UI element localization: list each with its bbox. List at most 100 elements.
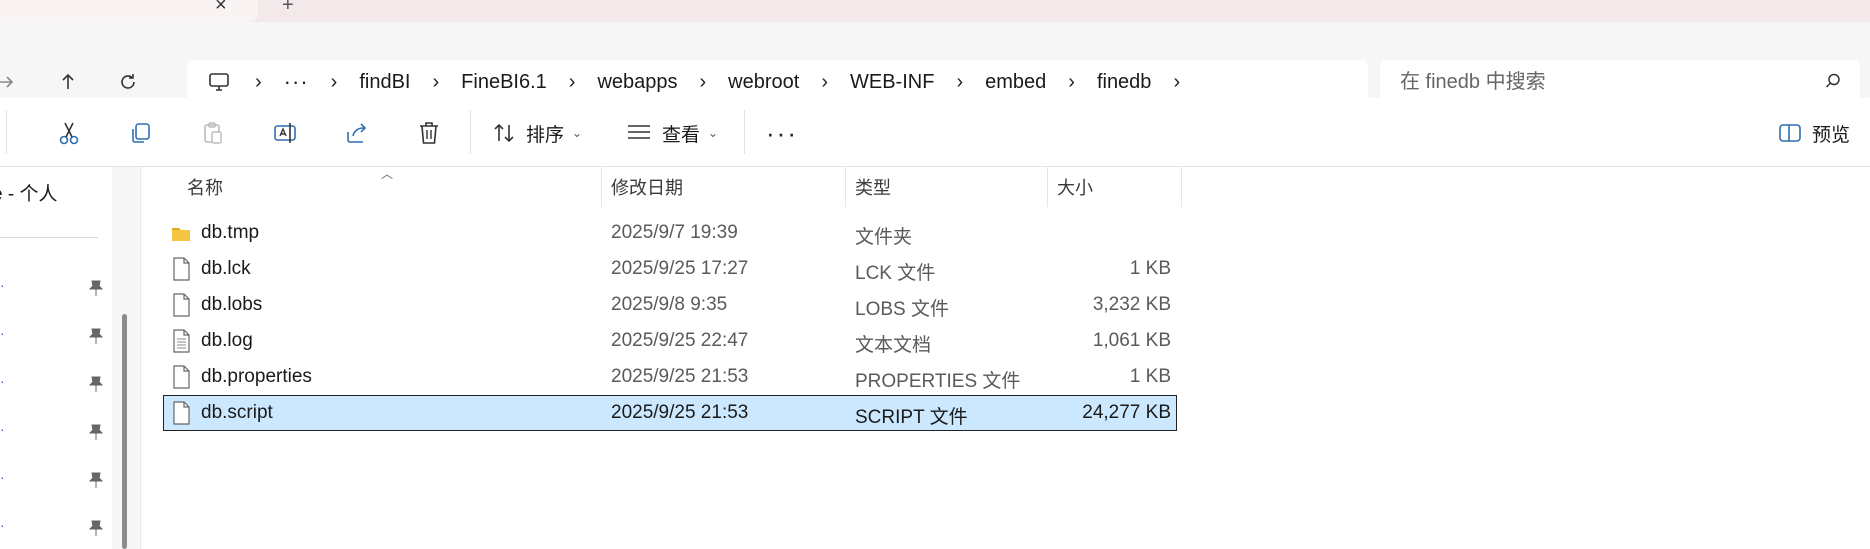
file-icon — [173, 365, 190, 389]
file-name: db.log — [201, 330, 253, 351]
breadcrumb-overflow[interactable]: ··· — [284, 69, 309, 95]
file-name: db.tmp — [201, 222, 260, 243]
file-row-db-tmp[interactable]: db.tmp 2025/9/7 19:39 文件夹 — [163, 215, 1177, 251]
column-header-size[interactable]: 大小 — [1057, 167, 1093, 207]
file-row-db-script[interactable]: db.script 2025/9/25 21:53 SCRIPT 文件 24,2… — [163, 395, 1177, 431]
paste-icon — [196, 116, 230, 150]
file-row-db-log[interactable]: db.log 2025/9/25 22:47 文本文档 1,061 KB — [163, 323, 1177, 359]
column-header-type[interactable]: 类型 — [855, 167, 891, 207]
column-header-date[interactable]: 修改日期 — [611, 167, 683, 207]
file-size: 1 KB — [1129, 366, 1171, 387]
text-file-icon — [173, 329, 190, 353]
computer-icon[interactable] — [205, 68, 233, 96]
file-row-db-lobs[interactable]: db.lobs 2025/9/8 9:35 LOBS 文件 3,232 KB — [163, 287, 1177, 323]
sidebar-item-partial[interactable]: · — [0, 421, 5, 437]
column-date-label: 修改日期 — [611, 178, 683, 198]
address-row: › ··· › findBI › FineBI6.1 › webapps › w… — [0, 22, 1870, 104]
pin-icon[interactable] — [88, 471, 104, 489]
file-size: 1 KB — [1129, 258, 1171, 279]
file-name: db.properties — [201, 366, 312, 387]
forward-icon[interactable] — [0, 62, 26, 102]
sidebar-divider — [0, 237, 98, 238]
file-row-db-lck[interactable]: db.lck 2025/9/25 17:27 LCK 文件 1 KB — [163, 251, 1177, 287]
navigation-scrollbar[interactable] — [112, 167, 141, 549]
file-list: ︿ 名称 修改日期 类型 大小 db.tmp 2025/9/7 19:39 文件… — [141, 167, 1870, 549]
more-options-button[interactable]: ··· — [766, 118, 798, 149]
file-date: 2025/9/25 21:53 — [611, 402, 749, 423]
file-icon — [173, 257, 190, 281]
file-size: 1,061 KB — [1092, 330, 1171, 351]
sidebar-item-partial[interactable]: · — [0, 325, 5, 341]
column-header-name[interactable]: 名称 — [187, 167, 223, 207]
breadcrumb-webroot[interactable]: webroot — [728, 71, 799, 94]
chevron-right-icon[interactable]: › — [569, 71, 576, 94]
file-size: 3,232 KB — [1092, 294, 1171, 315]
sort-button[interactable]: 排序 ⌄ — [492, 116, 582, 150]
file-row-db-properties[interactable]: db.properties 2025/9/25 21:53 PROPERTIES… — [163, 359, 1177, 395]
share-icon[interactable] — [340, 116, 374, 150]
breadcrumb-finedb[interactable]: finedb — [1097, 71, 1152, 94]
sort-label: 排序 — [526, 124, 565, 146]
pin-icon[interactable] — [88, 375, 104, 393]
active-tab[interactable]: × — [0, 0, 258, 22]
sidebar-onedrive-personal[interactable]: e - 个人 — [0, 179, 57, 206]
breadcrumb-findbi[interactable]: findBI — [359, 71, 410, 94]
chevron-right-icon[interactable]: › — [821, 71, 828, 94]
view-icon — [628, 125, 650, 139]
chevron-right-icon[interactable]: › — [700, 71, 707, 94]
cut-icon[interactable] — [52, 116, 86, 150]
command-bar: 排序 ⌄ 查看 ⌄ ··· 预览 — [0, 98, 1870, 167]
sort-ascending-icon: ︿ — [381, 167, 394, 181]
pin-icon[interactable] — [88, 423, 104, 441]
up-icon[interactable] — [48, 62, 88, 102]
pin-icon[interactable] — [88, 279, 104, 297]
search-icon[interactable] — [1824, 72, 1842, 95]
file-size: 24,277 KB — [1082, 402, 1171, 423]
chevron-right-icon[interactable]: › — [1173, 71, 1180, 94]
file-date: 2025/9/7 19:39 — [611, 222, 738, 243]
chevron-right-icon[interactable]: › — [1068, 71, 1075, 94]
chevron-right-icon[interactable]: › — [956, 71, 963, 94]
view-button[interactable]: 查看 ⌄ — [626, 116, 718, 150]
column-divider[interactable] — [1181, 167, 1182, 207]
file-name: db.lck — [201, 258, 251, 279]
preview-pane-button[interactable]: 预览 — [1778, 116, 1850, 150]
chevron-down-icon: ⌄ — [708, 126, 719, 140]
file-date: 2025/9/25 17:27 — [611, 258, 749, 279]
toolbar-divider — [744, 110, 745, 154]
sidebar-item-partial[interactable]: · — [0, 517, 5, 533]
rename-icon[interactable] — [268, 116, 302, 150]
column-divider[interactable] — [601, 167, 602, 207]
breadcrumb-webapps[interactable]: webapps — [597, 71, 677, 94]
file-type: SCRIPT 文件 — [855, 407, 968, 428]
chevron-right-icon[interactable]: › — [432, 71, 439, 94]
toolbar-divider — [470, 110, 471, 154]
new-tab-icon[interactable]: + — [282, 0, 294, 17]
pin-icon[interactable] — [88, 519, 104, 537]
file-icon — [173, 293, 190, 317]
sidebar-item-partial[interactable]: · — [0, 469, 5, 485]
copy-icon[interactable] — [124, 116, 158, 150]
search-input[interactable] — [1400, 70, 1800, 94]
pin-icon[interactable] — [88, 327, 104, 345]
breadcrumb-web-inf[interactable]: WEB-INF — [850, 71, 934, 94]
file-icon — [173, 401, 190, 425]
view-label: 查看 — [662, 124, 701, 146]
column-divider[interactable] — [845, 167, 846, 207]
file-name: db.script — [201, 402, 273, 423]
file-type: PROPERTIES 文件 — [855, 371, 1021, 392]
chevron-right-icon[interactable]: › — [331, 71, 338, 94]
column-divider[interactable] — [1047, 167, 1048, 207]
refresh-icon[interactable] — [108, 62, 148, 102]
file-date: 2025/9/25 21:53 — [611, 366, 749, 387]
sidebar-item-partial[interactable]: · — [0, 277, 5, 293]
sidebar-item-partial[interactable]: · — [0, 373, 5, 389]
column-name-label: 名称 — [187, 178, 223, 198]
tab-close-icon[interactable]: × — [215, 0, 227, 17]
chevron-down-icon: ⌄ — [572, 126, 583, 140]
breadcrumb-embed[interactable]: embed — [985, 71, 1046, 94]
file-date: 2025/9/8 9:35 — [611, 294, 728, 315]
breadcrumb-finebi61[interactable]: FineBI6.1 — [461, 71, 547, 94]
scrollbar-thumb[interactable] — [122, 314, 127, 549]
delete-icon[interactable] — [412, 116, 446, 150]
